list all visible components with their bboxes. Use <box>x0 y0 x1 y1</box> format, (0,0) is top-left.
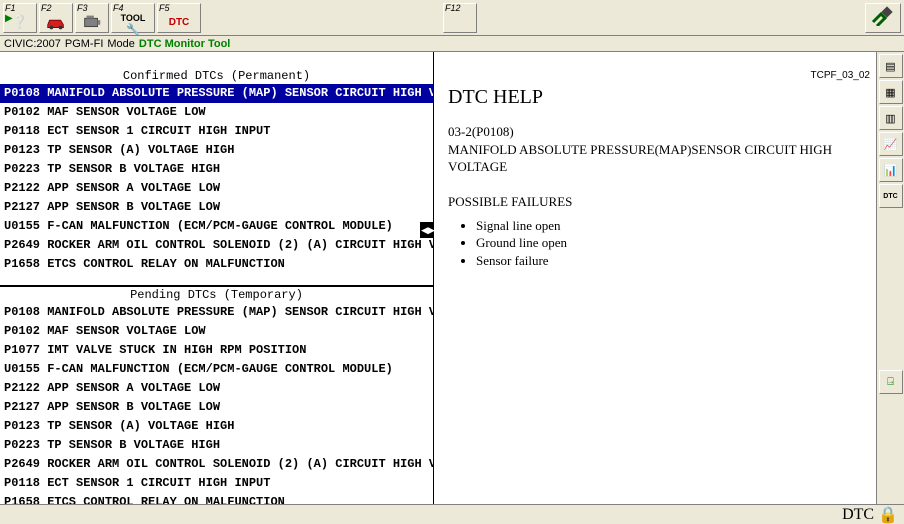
dtc-row[interactable]: P2127 APP SENSOR B VOLTAGE LOW <box>0 398 433 417</box>
help-subhead: POSSIBLE FAILURES <box>448 193 866 211</box>
help-icon: ❔ <box>12 13 28 32</box>
pending-dtc-pane: Pending DTCs (Temporary) P0108 MANIFOLD … <box>0 287 433 504</box>
exit-button[interactable]: ⍈ <box>879 370 903 394</box>
dtc-row[interactable]: P0123 TP SENSOR (A) VOLTAGE HIGH <box>0 417 433 436</box>
f1-button[interactable]: F1 ▶ ❔ <box>3 3 37 33</box>
dtc-row[interactable]: U0155 F-CAN MALFUNCTION (ECM/PCM-GAUGE C… <box>0 360 433 379</box>
status-bar: DTC 🔒 <box>0 504 904 524</box>
f4-button[interactable]: F4 TOOL 🔧 <box>111 3 155 33</box>
top-toolbar: F1 ▶ ❔ F2 F3 F4 TOOL 🔧 F5 DTC <box>0 0 904 36</box>
dtc-row[interactable]: P1077 IMT VALVE STUCK IN HIGH RPM POSITI… <box>0 341 433 360</box>
bc-vehicle[interactable]: CIVIC:2007 <box>4 38 61 50</box>
dtc-row[interactable]: P0123 TP SENSOR (A) VOLTAGE HIGH <box>0 141 433 160</box>
help-doc-id: TCPF_03_02 <box>811 70 870 81</box>
f12-button[interactable]: F12 <box>443 3 477 33</box>
arrow-icon: ▶ <box>5 13 13 24</box>
dtc-list-column: Confirmed DTCs (Permanent) P0108 MANIFOL… <box>0 52 434 504</box>
help-desc: MANIFOLD ABSOLUTE PRESSURE(MAP)SENSOR CI… <box>448 141 866 176</box>
bc-tool[interactable]: DTC Monitor Tool <box>139 38 230 50</box>
f3-label: F3 <box>76 4 88 13</box>
confirmed-header: Confirmed DTCs (Permanent) <box>0 68 433 84</box>
dtc-row[interactable]: P0108 MANIFOLD ABSOLUTE PRESSURE (MAP) S… <box>0 84 433 103</box>
dtc-row[interactable]: P2122 APP SENSOR A VOLTAGE LOW <box>0 379 433 398</box>
dtc-row[interactable]: P0118 ECT SENSOR 1 CIRCUIT HIGH INPUT <box>0 474 433 493</box>
bc-system[interactable]: PGM-FI <box>65 38 104 50</box>
dtc-row[interactable]: P2649 ROCKER ARM OIL CONTROL SOLENOID (2… <box>0 455 433 474</box>
confirmed-dtc-pane: Confirmed DTCs (Permanent) P0108 MANIFOL… <box>0 68 433 287</box>
plug-icon <box>871 6 895 29</box>
f4-label: F4 <box>112 4 124 13</box>
dtc-icon: DTC <box>169 13 190 32</box>
status-text: DTC <box>842 506 874 524</box>
dtc-row[interactable]: P0118 ECT SENSOR 1 CIRCUIT HIGH INPUT <box>0 122 433 141</box>
lock-icon: 🔒 <box>878 505 898 524</box>
breadcrumb: CIVIC:2007 PGM-FI Mode DTC Monitor Tool <box>0 36 904 52</box>
pending-header: Pending DTCs (Temporary) <box>0 287 433 303</box>
side-btn-3[interactable]: ▥ <box>879 106 903 130</box>
chart-icon: 📊 <box>884 164 898 177</box>
car-icon <box>45 13 67 32</box>
failures-list: Signal line openGround line openSensor f… <box>476 217 866 270</box>
dtc-row[interactable]: P1658 ETCS CONTROL RELAY ON MALFUNCTION <box>0 493 433 504</box>
dtc-row[interactable]: P2649 ROCKER ARM OIL CONTROL SOLENOID (2… <box>0 236 433 255</box>
dtc-row[interactable]: P0102 MAF SENSOR VOLTAGE LOW <box>0 322 433 341</box>
exit-icon: ⍈ <box>887 376 894 389</box>
f3-button[interactable]: F3 <box>75 3 109 33</box>
f12-label: F12 <box>444 4 461 13</box>
grid-icon: ▦ <box>885 86 895 99</box>
tool-icon: TOOL 🔧 <box>121 13 146 36</box>
dtc-row[interactable]: P1658 ETCS CONTROL RELAY ON MALFUNCTION <box>0 255 433 274</box>
film-icon: ▥ <box>885 112 895 125</box>
dtc-row[interactable]: P0223 TP SENSOR B VOLTAGE HIGH <box>0 160 433 179</box>
side-btn-6[interactable]: DTC <box>879 184 903 208</box>
failure-item: Sensor failure <box>476 252 866 270</box>
dtc-row[interactable]: P0102 MAF SENSOR VOLTAGE LOW <box>0 103 433 122</box>
dtc-row[interactable]: P2127 APP SENSOR B VOLTAGE LOW <box>0 198 433 217</box>
help-title: DTC HELP <box>448 86 866 109</box>
f2-button[interactable]: F2 <box>39 3 73 33</box>
f1-label: F1 <box>4 4 16 13</box>
failure-item: Signal line open <box>476 217 866 235</box>
side-btn-2[interactable]: ▦ <box>879 80 903 104</box>
side-toolbar: ▤ ▦ ▥ 📈 📊 DTC ⍈ <box>876 52 904 504</box>
dtc-row[interactable]: U0155 F-CAN MALFUNCTION (ECM/PCM-GAUGE C… <box>0 217 433 236</box>
bc-mode[interactable]: Mode <box>107 38 135 50</box>
list-icon: ▤ <box>885 60 895 73</box>
connection-button[interactable] <box>865 3 901 33</box>
side-btn-5[interactable]: 📊 <box>879 158 903 182</box>
dtc-row[interactable]: P2122 APP SENSOR A VOLTAGE LOW <box>0 179 433 198</box>
dtc-row[interactable]: P0108 MANIFOLD ABSOLUTE PRESSURE (MAP) S… <box>0 303 433 322</box>
engine-icon <box>81 13 103 32</box>
side-btn-4[interactable]: 📈 <box>879 132 903 156</box>
dtc-row[interactable]: P0223 TP SENSOR B VOLTAGE HIGH <box>0 436 433 455</box>
failure-item: Ground line open <box>476 234 866 252</box>
help-panel: TCPF_03_02 DTC HELP 03-2(P0108) MANIFOLD… <box>434 68 876 504</box>
f5-button[interactable]: F5 DTC <box>157 3 201 33</box>
side-btn-1[interactable]: ▤ <box>879 54 903 78</box>
f5-label: F5 <box>158 4 170 13</box>
dtc-side-icon: DTC <box>883 193 897 200</box>
graph-icon: 📈 <box>884 138 898 151</box>
help-code: 03-2(P0108) <box>448 123 866 141</box>
f2-label: F2 <box>40 4 52 13</box>
